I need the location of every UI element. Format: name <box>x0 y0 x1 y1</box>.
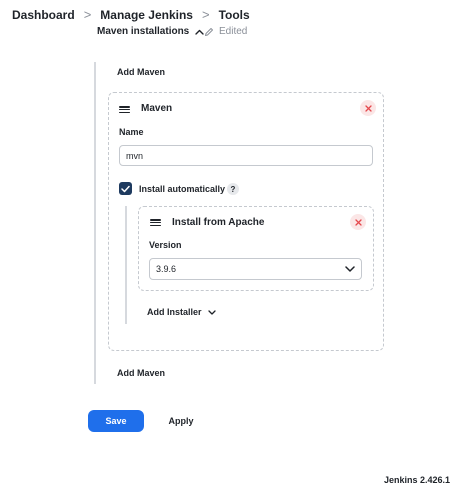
drag-handle-icon[interactable] <box>119 106 130 113</box>
close-icon[interactable] <box>350 214 366 230</box>
save-button[interactable]: Save <box>88 410 144 432</box>
installer-divider-line <box>125 206 127 324</box>
chevron-up-icon <box>195 29 204 35</box>
breadcrumb-separator: > <box>201 7 210 22</box>
add-installer-button[interactable]: Add Installer <box>147 307 216 317</box>
help-icon[interactable]: ? <box>227 183 239 195</box>
maven-installations-toggle[interactable]: Maven installations <box>97 26 204 37</box>
add-maven-button-bottom[interactable]: Add Maven <box>117 368 165 378</box>
edited-label: Edited <box>219 26 248 37</box>
name-label: Name <box>119 127 144 137</box>
breadcrumb-manage-jenkins[interactable]: Manage Jenkins <box>100 8 193 22</box>
chevron-down-icon <box>345 266 355 272</box>
section-title: Maven installations <box>97 26 190 37</box>
chevron-down-icon <box>207 309 216 315</box>
drag-handle-icon[interactable] <box>150 219 161 226</box>
edited-indicator: Edited <box>204 26 247 37</box>
breadcrumb-dashboard[interactable]: Dashboard <box>12 8 75 22</box>
jenkins-version[interactable]: Jenkins 2.426.1 <box>384 475 450 485</box>
install-automatically-label[interactable]: Install automatically <box>139 184 225 194</box>
section-divider-line <box>94 62 96 384</box>
apply-button[interactable]: Apply <box>156 410 206 432</box>
close-icon[interactable] <box>360 100 376 116</box>
add-maven-button-top[interactable]: Add Maven <box>117 67 165 77</box>
version-label: Version <box>149 240 182 250</box>
name-input[interactable] <box>119 145 373 166</box>
install-automatically-checkbox[interactable] <box>119 182 132 195</box>
breadcrumb-separator: > <box>83 7 92 22</box>
check-icon <box>121 185 130 192</box>
installer-card-title: Install from Apache <box>172 217 265 228</box>
maven-card-title: Maven <box>141 103 173 114</box>
breadcrumb: Dashboard > Manage Jenkins > Tools <box>12 7 250 22</box>
add-installer-label: Add Installer <box>147 307 202 317</box>
version-select[interactable]: 3.9.6 <box>149 258 362 280</box>
version-select-value: 3.9.6 <box>156 264 177 274</box>
breadcrumb-tools[interactable]: Tools <box>219 8 250 22</box>
pencil-icon <box>204 27 214 37</box>
